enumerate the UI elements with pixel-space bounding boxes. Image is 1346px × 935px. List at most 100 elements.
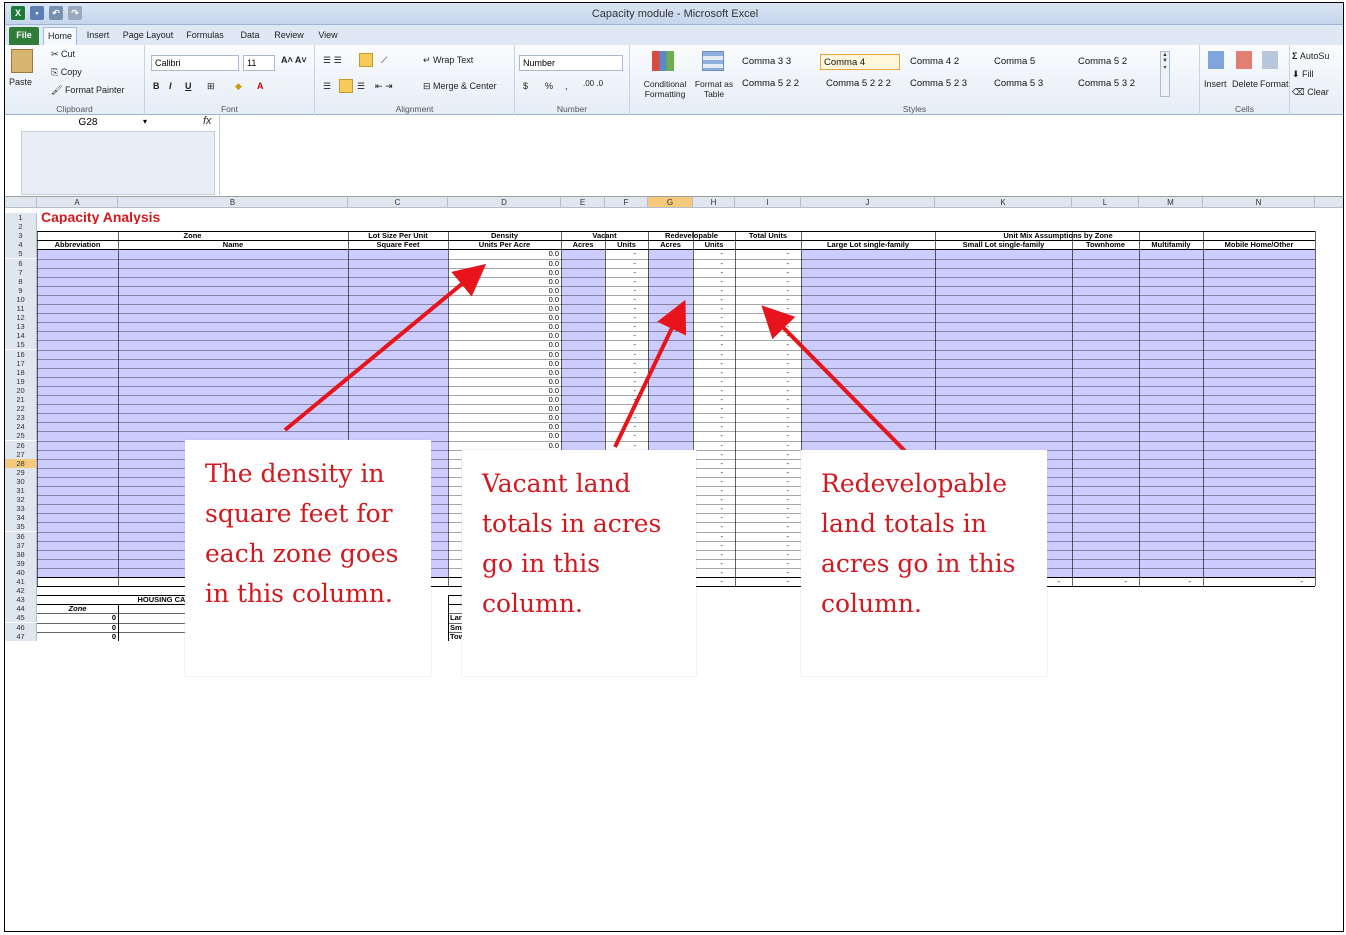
row-header[interactable]: 24 [5,422,37,432]
row-header[interactable]: 33 [5,504,37,514]
row-header[interactable]: 18 [5,367,37,377]
tab-review[interactable]: Review [269,27,309,45]
merge-center-button[interactable]: ⊟ Merge & Center [423,81,497,92]
fill-color-icon[interactable]: ◆ [235,81,242,92]
grow-font-icon[interactable]: A˄ A˅ [281,55,307,65]
format-as-table-icon[interactable] [702,51,724,71]
tab-formulas[interactable]: Formulas [181,27,229,45]
name-box[interactable]: G28 [21,116,155,130]
row-header[interactable]: 45 [5,613,37,623]
number-format-select[interactable]: Number [519,55,623,71]
row-header[interactable]: 27 [5,449,37,459]
font-color-icon[interactable]: A [257,81,264,91]
paste-icon[interactable] [11,49,33,73]
row-header[interactable]: 22 [5,404,37,414]
wrap-text-button[interactable]: ↵ Wrap Text [423,55,473,66]
row-header[interactable]: 23 [5,413,37,423]
row-header[interactable]: 41 [5,577,37,586]
formula-input[interactable] [219,115,1343,195]
row-header[interactable]: 28 [5,458,37,468]
align-left-icon[interactable]: ☰ [323,81,331,92]
row-header[interactable]: 2 [5,222,37,232]
decimal-icon[interactable]: .00 .0 [583,79,603,88]
style-comma-5-3[interactable]: Comma 5 3 [994,76,1043,92]
column-header[interactable]: H [693,197,735,208]
column-header[interactable]: G [648,197,693,208]
style-comma-4[interactable]: Comma 4 [820,54,900,70]
format-as-table-button[interactable]: Format as Table [694,79,734,99]
row-header[interactable]: 8 [5,276,37,286]
tab-data[interactable]: Data [233,27,267,45]
fill-button[interactable]: ⬇ Fill [1292,69,1314,80]
orientation-icon[interactable]: ⟋ [381,55,387,66]
column-header[interactable]: L [1072,197,1139,208]
column-header[interactable] [1315,197,1343,208]
tab-page-layout[interactable]: Page Layout [119,27,177,45]
delete-button[interactable]: Delete [1232,79,1258,89]
style-comma-4-2[interactable]: Comma 4 2 [910,54,959,70]
row-header[interactable]: 20 [5,385,37,395]
tab-insert[interactable]: Insert [81,27,115,45]
column-header[interactable]: C [348,197,448,208]
row-header[interactable]: 42 [5,586,37,596]
row-header[interactable]: 44 [5,604,37,614]
column-header[interactable]: N [1203,197,1315,208]
column-header[interactable]: A [37,197,118,208]
format-cells-icon[interactable] [1262,51,1278,69]
row-header[interactable]: 47 [5,631,37,641]
style-comma-5[interactable]: Comma 5 [994,54,1035,70]
percent-icon[interactable]: % [545,81,553,91]
row-header[interactable]: 26 [5,440,37,450]
function-icon[interactable]: fx [203,115,212,127]
row-header[interactable]: 43 [5,595,37,605]
row-header[interactable]: 13 [5,322,37,332]
row-header[interactable]: 46 [5,622,37,632]
row-header[interactable]: 40 [5,567,37,577]
column-header[interactable]: I [735,197,801,208]
tab-file[interactable]: File [9,27,39,45]
align-center-icon[interactable] [339,79,353,93]
align-right-icon[interactable]: ☰ [357,81,365,92]
conditional-formatting-icon[interactable] [652,51,674,71]
font-name-select[interactable]: Calibri [151,55,239,71]
column-header[interactable]: K [935,197,1072,208]
delete-cells-icon[interactable] [1236,51,1252,69]
align-bottom-icon[interactable] [359,53,373,67]
paste-button[interactable]: Paste [9,77,32,87]
row-header[interactable]: 9 [5,285,37,295]
style-comma-5-2-2-2[interactable]: Comma 5 2 2 2 [826,76,891,92]
row-header[interactable]: 3 [5,231,37,241]
tab-home[interactable]: Home [43,27,77,45]
row-header[interactable]: 38 [5,549,37,559]
bold-icon[interactable]: B [153,81,160,91]
column-header[interactable]: B [118,197,348,208]
column-header[interactable]: F [605,197,648,208]
insert-button[interactable]: Insert [1204,79,1227,89]
styles-scroll-icon[interactable]: ▲ ▼ ▾ [1160,51,1170,97]
select-all-corner[interactable] [5,197,37,208]
row-header[interactable]: 39 [5,558,37,568]
column-header[interactable]: E [561,197,605,208]
row-header[interactable]: 21 [5,395,37,404]
format-button[interactable]: Format [1260,79,1289,89]
column-header[interactable]: M [1139,197,1203,208]
comma-icon[interactable]: , [565,81,568,91]
row-header[interactable]: 30 [5,476,37,486]
row-header[interactable]: 25 [5,431,37,441]
column-header[interactable]: J [801,197,935,208]
row-header[interactable]: 6 [5,258,37,268]
row-header[interactable]: 31 [5,486,37,495]
row-header[interactable]: 12 [5,313,37,323]
row-header[interactable]: 14 [5,331,37,341]
row-header[interactable]: 16 [5,349,37,359]
row-header[interactable]: 11 [5,304,37,313]
align-top-icon[interactable]: ☰ ☰ [323,55,342,66]
row-header[interactable]: 4 [5,240,37,250]
row-header[interactable]: 29 [5,467,37,477]
cut-button[interactable]: ✂ Cut [51,49,75,60]
borders-icon[interactable]: ⊞ [207,81,215,92]
conditional-formatting-button[interactable]: Conditional Formatting [636,79,694,99]
name-box-dropdown-icon[interactable]: ▾ [143,117,147,126]
style-comma-5-3-2[interactable]: Comma 5 3 2 [1078,76,1135,92]
row-header[interactable]: 19 [5,376,37,386]
